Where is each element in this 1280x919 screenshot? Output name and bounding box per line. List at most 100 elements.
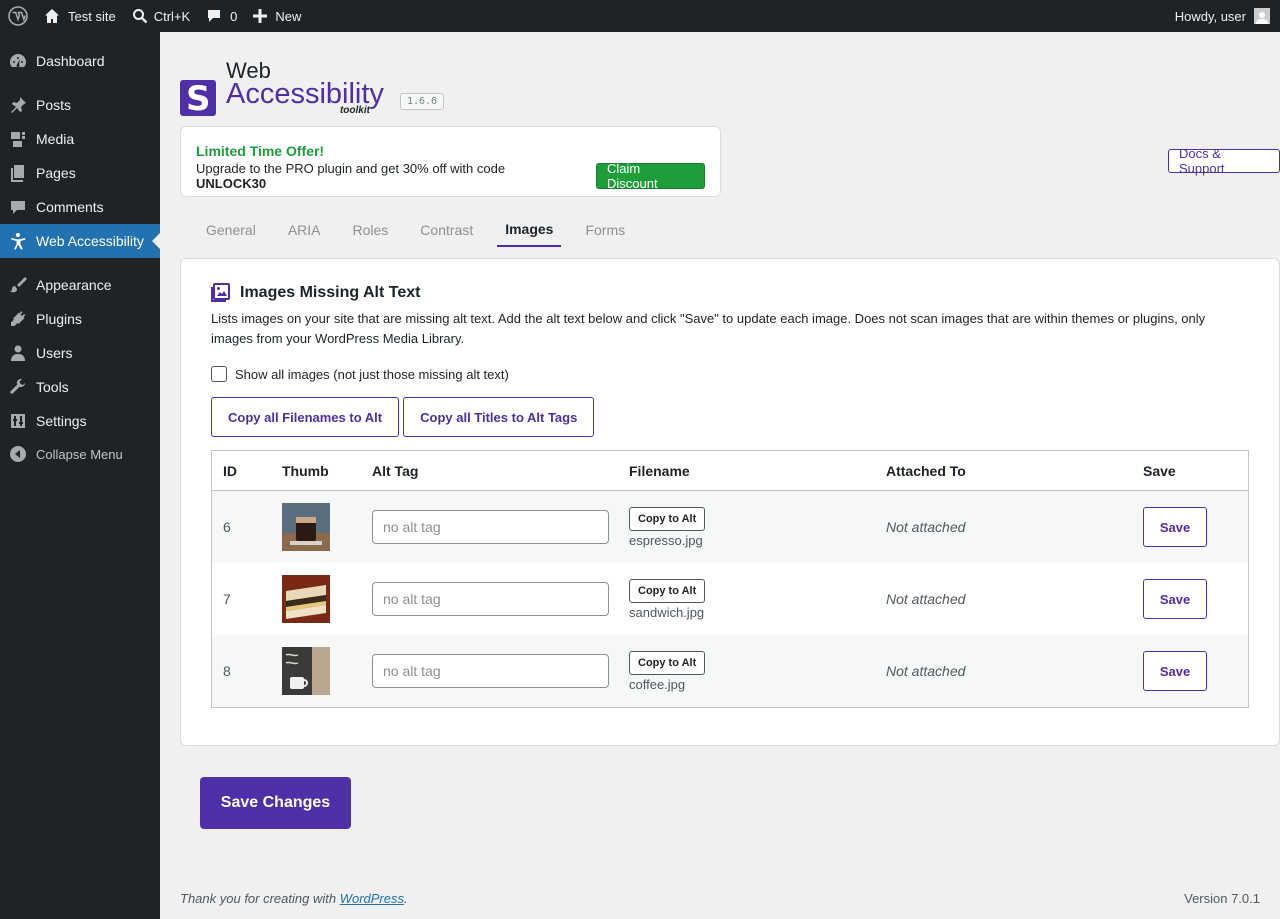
copy-all-filenames-button[interactable]: Copy all Filenames to Alt xyxy=(211,397,400,437)
admin-sidebar: Dashboard Posts Media Pages Comments Web… xyxy=(0,32,160,919)
images-panel: Images Missing Alt Text Lists images on … xyxy=(180,258,1280,746)
sidebar-item-pages[interactable]: Pages xyxy=(0,156,160,190)
plugin-logo: Web Accessibility toolkit xyxy=(226,60,384,116)
table-row: 8 no alt tag Copy to Alt coffee.jpg Not … xyxy=(212,635,1248,707)
show-all-label: Show all images (not just those missing … xyxy=(235,366,509,382)
claim-discount-button[interactable]: Claim Discount xyxy=(595,161,705,191)
sidebar-item-label: Settings xyxy=(36,413,87,429)
alt-tag-input[interactable]: no alt tag xyxy=(372,582,609,616)
image-id: 8 xyxy=(223,663,231,679)
tab-images[interactable]: Images xyxy=(497,210,562,247)
user-icon xyxy=(8,343,28,363)
copy-to-alt-button[interactable]: Copy to Alt xyxy=(629,506,706,531)
sidebar-item-label: Appearance xyxy=(36,277,112,293)
sidebar-item-posts[interactable]: Posts xyxy=(0,88,160,122)
table-row: 6 no alt tag Copy to Alt espresso.jpg No… xyxy=(212,491,1248,563)
sidebar-item-dashboard[interactable]: Dashboard xyxy=(0,44,160,78)
espresso-thumbnail xyxy=(282,503,330,551)
alt-tag-input[interactable]: no alt tag xyxy=(372,510,609,544)
search-icon xyxy=(132,9,148,24)
save-row-button[interactable]: Save xyxy=(1143,507,1207,547)
tab-general[interactable]: General xyxy=(198,210,264,247)
save-row-button[interactable]: Save xyxy=(1143,651,1207,691)
my-account[interactable]: Howdy, user xyxy=(1167,0,1280,32)
settings-tabs: General ARIA Roles Contrast Images Forms xyxy=(198,210,649,247)
image-id: 6 xyxy=(223,519,231,535)
sidebar-item-users[interactable]: Users xyxy=(0,336,160,370)
table-header: ID Thumb Alt Tag Filename Attached To Sa… xyxy=(212,451,1248,491)
command-search[interactable]: Ctrl+K xyxy=(124,0,198,32)
tab-roles[interactable]: Roles xyxy=(345,210,397,247)
offer-title: Limited Time Offer! xyxy=(196,143,325,159)
home-icon xyxy=(45,9,59,23)
images-icon xyxy=(211,283,230,302)
panel-description: Lists images on your site that are missi… xyxy=(211,311,1206,346)
brush-icon xyxy=(8,275,28,295)
offer-message: Upgrade to the PRO plugin and get 30% of… xyxy=(196,161,506,176)
copy-to-alt-button[interactable]: Copy to Alt xyxy=(629,650,706,675)
filename: espresso.jpg xyxy=(629,532,703,548)
copy-all-titles-button[interactable]: Copy all Titles to Alt Tags xyxy=(403,397,595,437)
admin-bar: Test site Ctrl+K 0 New Howdy, user xyxy=(0,0,1280,32)
save-changes-button[interactable]: Save Changes xyxy=(200,777,351,829)
dashboard-icon xyxy=(8,51,28,71)
collapse-arrow-icon xyxy=(8,444,28,464)
column-header-alt-tag: Alt Tag xyxy=(372,462,419,479)
table-row: 7 no alt tag Copy to Alt sandwich.jpg No… xyxy=(212,563,1248,635)
sidebar-item-media[interactable]: Media xyxy=(0,122,160,156)
alt-tag-input[interactable]: no alt tag xyxy=(372,654,609,688)
sidebar-item-label: Comments xyxy=(36,199,104,215)
attached-to: Not attached xyxy=(886,519,966,535)
site-name: Test site xyxy=(68,8,116,24)
sidebar-item-label: Dashboard xyxy=(36,53,105,69)
show-all-checkbox[interactable] xyxy=(211,366,227,382)
greeting: Howdy, user xyxy=(1174,8,1246,24)
image-id: 7 xyxy=(223,591,231,607)
sidebar-item-settings[interactable]: Settings xyxy=(0,404,160,438)
sidebar-item-label: Tools xyxy=(36,379,69,395)
footer-thanks-text: Thank you for creating with xyxy=(180,891,340,906)
coffee-thumbnail xyxy=(282,647,330,695)
show-all-toggle[interactable]: Show all images (not just those missing … xyxy=(211,366,509,382)
sidebar-item-appearance[interactable]: Appearance xyxy=(0,268,160,302)
offer-text: Upgrade to the PRO plugin and get 30% of… xyxy=(196,161,577,191)
sidebar-item-tools[interactable]: Tools xyxy=(0,370,160,404)
footer-version: Version 7.0.1 xyxy=(1184,891,1260,906)
wordpress-logo-icon[interactable] xyxy=(0,0,36,32)
new-content-link[interactable]: New xyxy=(245,0,309,32)
footer-thanks-suffix: . xyxy=(404,891,408,906)
accessibility-icon xyxy=(8,231,28,251)
comments-link[interactable]: 0 xyxy=(198,0,245,32)
sidebar-item-web-accessibility[interactable]: Web Accessibility xyxy=(0,224,160,258)
filename: coffee.jpg xyxy=(629,676,686,692)
column-header-id: ID xyxy=(223,462,237,479)
collapse-menu-label: Collapse Menu xyxy=(36,446,123,462)
footer-thanks: Thank you for creating with WordPress. xyxy=(180,891,408,906)
comments-count: 0 xyxy=(230,8,238,24)
tab-aria[interactable]: ARIA xyxy=(280,210,329,247)
tab-contrast[interactable]: Contrast xyxy=(412,210,481,247)
collapse-menu-button[interactable]: Collapse Menu xyxy=(0,438,160,470)
wordpress-link[interactable]: WordPress xyxy=(340,891,404,906)
sidebar-item-label: Plugins xyxy=(36,311,82,327)
plugin-logo-icon: S xyxy=(180,80,216,116)
column-header-save: Save xyxy=(1143,462,1176,479)
tab-forms[interactable]: Forms xyxy=(577,210,633,247)
sandwich-thumbnail xyxy=(282,575,330,623)
wrench-icon xyxy=(8,377,28,397)
pages-icon xyxy=(8,163,28,183)
offer-banner: Limited Time Offer! Upgrade to the PRO p… xyxy=(180,126,721,197)
sidebar-item-label: Posts xyxy=(36,97,72,113)
panel-title: Images Missing Alt Text xyxy=(240,283,421,301)
save-row-button[interactable]: Save xyxy=(1143,579,1207,619)
site-name-link[interactable]: Test site xyxy=(36,0,124,32)
sidebar-item-label: Media xyxy=(36,131,75,147)
attached-to: Not attached xyxy=(886,663,966,679)
docs-support-button[interactable]: Docs & Support xyxy=(1168,146,1280,176)
pin-icon xyxy=(8,95,28,115)
sidebar-item-plugins[interactable]: Plugins xyxy=(0,302,160,336)
sidebar-item-label: Web Accessibility xyxy=(36,233,144,249)
comment-icon xyxy=(8,197,28,217)
sidebar-item-comments[interactable]: Comments xyxy=(0,190,160,224)
copy-to-alt-button[interactable]: Copy to Alt xyxy=(629,578,706,603)
